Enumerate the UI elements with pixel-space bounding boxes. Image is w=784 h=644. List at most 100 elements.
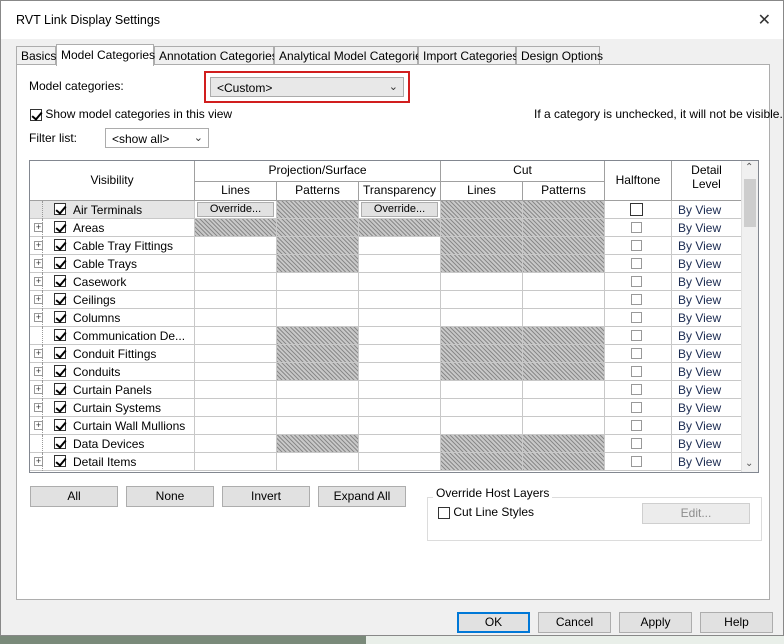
expand-icon[interactable]: + [34, 403, 43, 412]
model-categories-dropdown[interactable]: <Custom> ⌄ [210, 77, 404, 97]
proj-patterns-cell[interactable] [277, 309, 359, 327]
detail-level-cell[interactable]: By View [672, 453, 742, 471]
expand-icon[interactable]: + [34, 367, 43, 376]
proj-transparency-cell[interactable] [359, 255, 441, 273]
table-row[interactable]: + Cable Tray Fittings By View [30, 237, 742, 255]
expand-icon[interactable]: + [34, 349, 43, 358]
halftone-checkbox[interactable] [631, 402, 642, 413]
proj-transparency-cell[interactable] [359, 273, 441, 291]
halftone-checkbox[interactable] [631, 438, 642, 449]
cut-lines-cell[interactable] [441, 255, 523, 273]
proj-transparency-cell[interactable]: Override... [359, 201, 441, 219]
header-detail-level[interactable]: Detail Level [672, 161, 742, 201]
table-row[interactable]: Communication De... By View [30, 327, 742, 345]
header-proj-patterns[interactable]: Patterns [277, 182, 359, 201]
detail-level-cell[interactable]: By View [672, 237, 742, 255]
halftone-checkbox[interactable] [631, 222, 642, 233]
cut-patterns-cell[interactable] [523, 309, 605, 327]
header-cut-lines[interactable]: Lines [441, 182, 523, 201]
detail-level-cell[interactable]: By View [672, 363, 742, 381]
tab-design-options[interactable]: Design Options [516, 46, 603, 65]
proj-lines-cell[interactable] [195, 309, 277, 327]
expand-icon[interactable]: + [34, 457, 43, 466]
cut-lines-cell[interactable] [441, 435, 523, 453]
halftone-checkbox[interactable] [631, 240, 642, 251]
override-button[interactable]: Override... [197, 202, 274, 217]
cut-patterns-cell[interactable] [523, 417, 605, 435]
halftone-checkbox[interactable] [631, 294, 642, 305]
cut-lines-cell[interactable] [441, 327, 523, 345]
cut-patterns-cell[interactable] [523, 219, 605, 237]
halftone-checkbox[interactable] [631, 330, 642, 341]
cancel-button[interactable]: Cancel [538, 612, 611, 633]
table-row[interactable]: + Curtain Systems By View [30, 399, 742, 417]
proj-lines-cell[interactable] [195, 255, 277, 273]
tab-import-categories[interactable]: Import Categories [418, 46, 518, 65]
category-checkbox[interactable] [54, 311, 66, 323]
show-categories-checkbox[interactable]: Show model categories in this view [30, 107, 232, 121]
halftone-checkbox[interactable] [631, 276, 642, 287]
proj-patterns-cell[interactable] [277, 363, 359, 381]
expand-icon[interactable]: + [34, 295, 43, 304]
proj-patterns-cell[interactable] [277, 201, 359, 219]
expand-icon[interactable]: + [34, 385, 43, 394]
cut-lines-cell[interactable] [441, 291, 523, 309]
expand-icon[interactable]: + [34, 223, 43, 232]
category-checkbox[interactable] [54, 329, 66, 341]
category-checkbox[interactable] [54, 347, 66, 359]
proj-patterns-cell[interactable] [277, 345, 359, 363]
cut-patterns-cell[interactable] [523, 399, 605, 417]
proj-lines-cell[interactable] [195, 381, 277, 399]
cut-lines-cell[interactable] [441, 453, 523, 471]
table-row[interactable]: Air Terminals Override... Override... By Vi… [30, 201, 742, 219]
proj-lines-cell[interactable]: Override... [195, 201, 277, 219]
detail-level-cell[interactable]: By View [672, 327, 742, 345]
proj-patterns-cell[interactable] [277, 291, 359, 309]
apply-button[interactable]: Apply [619, 612, 692, 633]
proj-lines-cell[interactable] [195, 273, 277, 291]
tab-analytical-model-categories[interactable]: Analytical Model Categories [274, 46, 428, 65]
cut-lines-cell[interactable] [441, 363, 523, 381]
table-row[interactable]: + Cable Trays By View [30, 255, 742, 273]
filter-list-dropdown[interactable]: <show all> ⌄ [105, 128, 209, 148]
table-row[interactable]: + Conduit Fittings By View [30, 345, 742, 363]
detail-level-cell[interactable]: By View [672, 435, 742, 453]
proj-patterns-cell[interactable] [277, 237, 359, 255]
proj-lines-cell[interactable] [195, 399, 277, 417]
detail-level-cell[interactable]: By View [672, 399, 742, 417]
table-row[interactable]: + Columns By View [30, 309, 742, 327]
detail-level-cell[interactable]: By View [672, 201, 742, 219]
proj-lines-cell[interactable] [195, 363, 277, 381]
proj-patterns-cell[interactable] [277, 417, 359, 435]
proj-transparency-cell[interactable] [359, 363, 441, 381]
proj-patterns-cell[interactable] [277, 219, 359, 237]
halftone-checkbox[interactable] [631, 456, 642, 467]
cut-line-styles-checkbox[interactable]: Cut Line Styles [438, 505, 534, 519]
category-checkbox[interactable] [54, 383, 66, 395]
table-row[interactable]: + Ceilings By View [30, 291, 742, 309]
table-row[interactable]: + Casework By View [30, 273, 742, 291]
none-button[interactable]: None [126, 486, 214, 507]
expand-icon[interactable]: + [34, 259, 43, 268]
detail-level-cell[interactable]: By View [672, 345, 742, 363]
scroll-thumb[interactable] [744, 179, 756, 227]
proj-patterns-cell[interactable] [277, 381, 359, 399]
header-cut-patterns[interactable]: Patterns [523, 182, 605, 201]
detail-level-cell[interactable]: By View [672, 255, 742, 273]
proj-lines-cell[interactable] [195, 237, 277, 255]
cut-patterns-cell[interactable] [523, 237, 605, 255]
proj-lines-cell[interactable] [195, 345, 277, 363]
halftone-checkbox[interactable] [630, 203, 643, 216]
cut-patterns-cell[interactable] [523, 273, 605, 291]
category-checkbox[interactable] [54, 401, 66, 413]
header-proj-lines[interactable]: Lines [195, 182, 277, 201]
invert-button[interactable]: Invert [222, 486, 310, 507]
detail-level-cell[interactable]: By View [672, 417, 742, 435]
category-checkbox[interactable] [54, 257, 66, 269]
vertical-scrollbar[interactable]: ⌃ ⌄ [741, 161, 758, 472]
category-checkbox[interactable] [54, 203, 66, 215]
proj-patterns-cell[interactable] [277, 399, 359, 417]
table-row[interactable]: + Areas By View [30, 219, 742, 237]
proj-transparency-cell[interactable] [359, 345, 441, 363]
proj-transparency-cell[interactable] [359, 381, 441, 399]
